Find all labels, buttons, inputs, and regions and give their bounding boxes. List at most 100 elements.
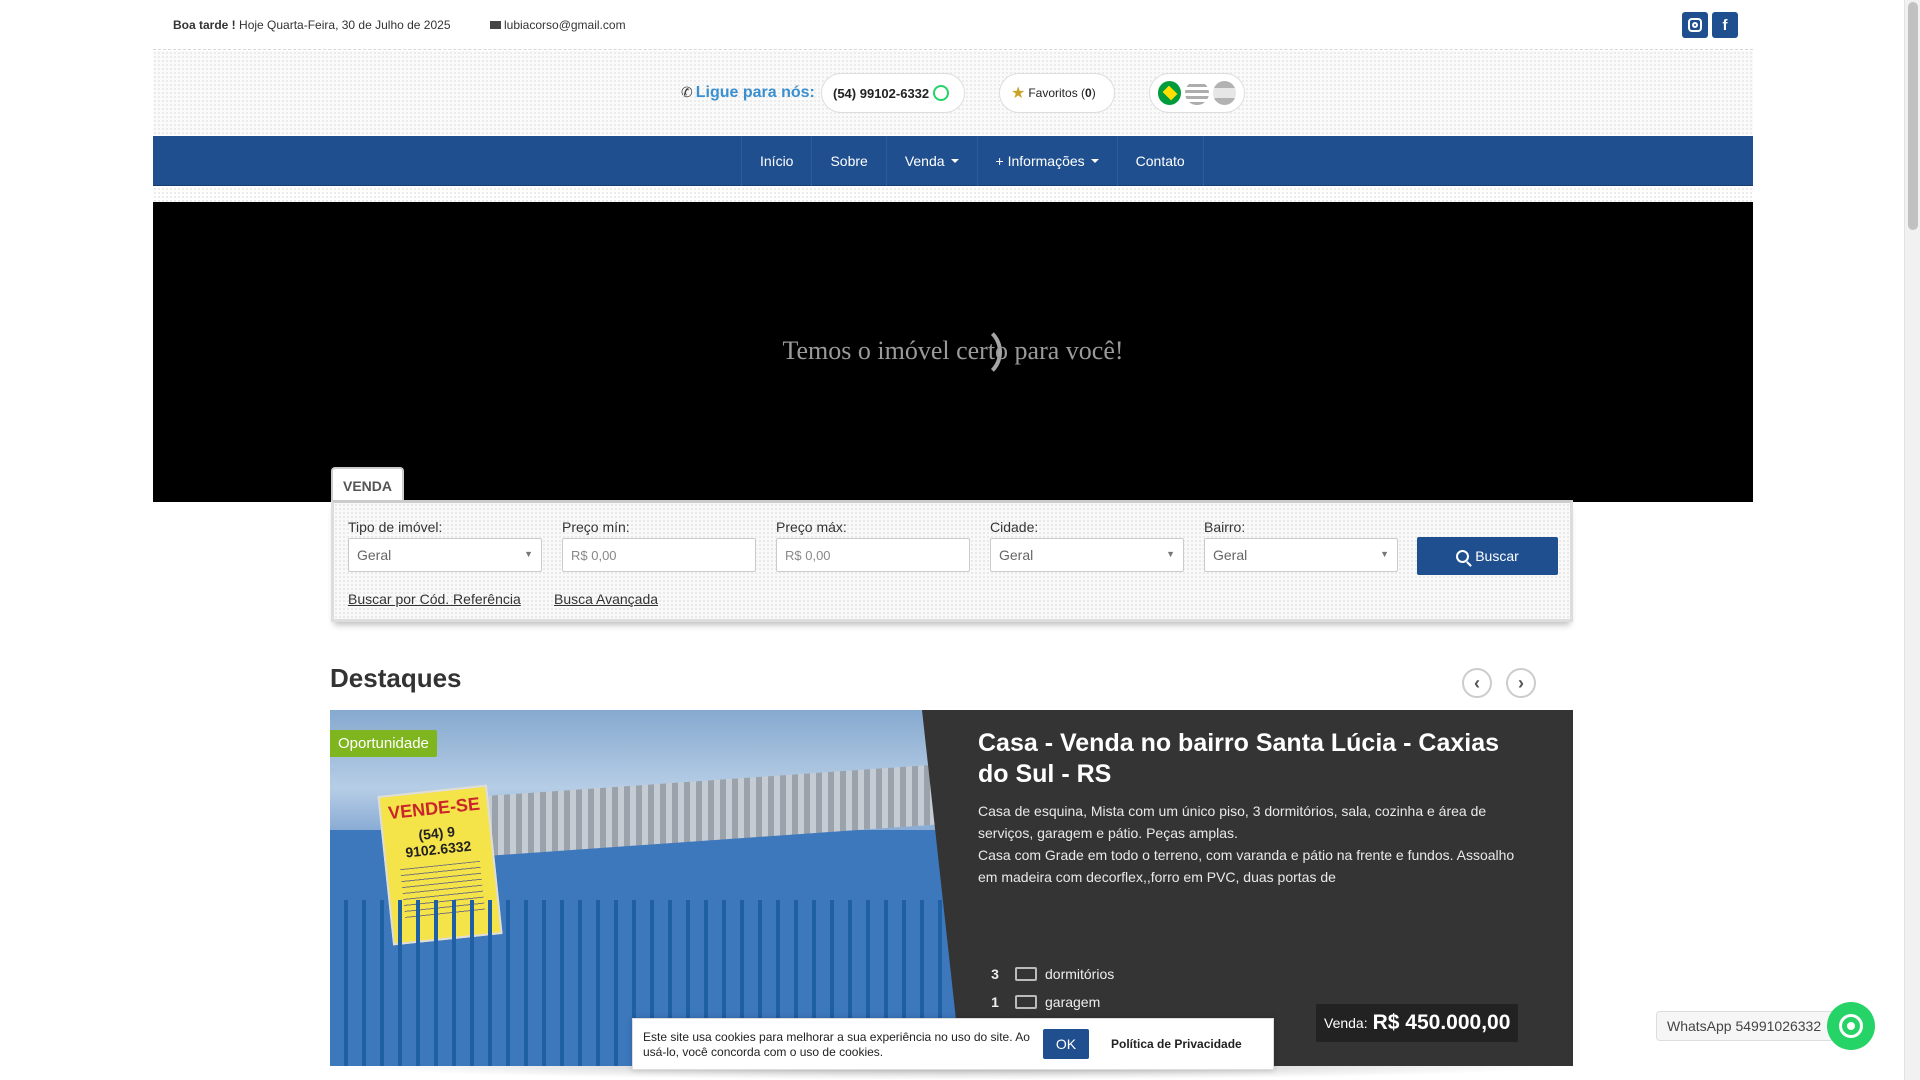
- nav-label: Início: [760, 153, 794, 169]
- feature-count: 1: [991, 994, 999, 1010]
- call-text: Ligue para nós:: [695, 84, 815, 101]
- preco-max-field: Preço máx: R$ 0,00: [776, 519, 970, 572]
- hero-banner: Temos o imóvel certo para você!: [153, 202, 1753, 502]
- favorites-button[interactable]: ★ Favoritos (0): [999, 73, 1115, 113]
- sign-text: VENDE-SE: [387, 793, 481, 824]
- brazil-flag-icon[interactable]: [1158, 81, 1182, 105]
- cookie-text: Este site usa cookies para melhorar a su…: [643, 1030, 1030, 1059]
- feature-label: garagem: [1045, 994, 1101, 1010]
- feature-dormitorios: 3 dormitórios: [985, 966, 1114, 982]
- language-selector: [1149, 73, 1245, 113]
- caret-down-icon: [1090, 159, 1099, 163]
- feature-count: 3: [991, 966, 999, 982]
- facebook-icon: f: [1722, 16, 1728, 34]
- price-box: Venda: R$ 450.000,00: [1316, 1004, 1519, 1042]
- tipo-label: Tipo de imóvel:: [348, 519, 443, 535]
- preco-max-input[interactable]: R$ 0,00: [776, 538, 970, 572]
- cidade-label: Cidade:: [990, 519, 1039, 535]
- property-photo[interactable]: VENDE-SE (54) 9 9102.6332 Oportunidade: [330, 710, 970, 1066]
- cidade-field: Cidade: Geral: [990, 519, 1184, 572]
- instagram-button[interactable]: [1682, 12, 1708, 38]
- star-icon: ★: [1011, 85, 1026, 102]
- email-text: lubiacorso@gmail.com: [504, 18, 626, 32]
- feature-label: dormitórios: [1045, 966, 1115, 982]
- bairro-select[interactable]: Geral: [1204, 538, 1398, 572]
- favorites-close: ): [1091, 86, 1096, 100]
- chevron-left-icon: ‹: [1474, 672, 1480, 693]
- hero-title: Temos o imóvel certo para você!: [782, 336, 1124, 365]
- property-title[interactable]: Casa - Venda no bairro Santa Lúcia - Cax…: [978, 728, 1533, 790]
- scrollbar-thumb[interactable]: [1908, 2, 1918, 230]
- car-icon: [1015, 995, 1037, 1009]
- nav-item-inicio[interactable]: Início: [742, 136, 813, 186]
- tab-venda[interactable]: VENDA: [331, 467, 404, 502]
- phone-icon: ✆: [681, 84, 693, 100]
- property-description: Casa de esquina, Mista com um único piso…: [978, 800, 1533, 888]
- privacy-policy-link[interactable]: Política de Privacidade: [1111, 1037, 1242, 1051]
- feature-garagem: 1 garagem: [985, 994, 1100, 1010]
- top-bar: Boa tarde ! Hoje Quarta-Feira, 30 de Jul…: [153, 0, 1753, 50]
- search-panel: Tipo de imóvel: Geral Preço mín: R$ 0,00…: [331, 500, 1573, 622]
- nav-label: Venda: [904, 153, 945, 169]
- greeting: Boa tarde ! Hoje Quarta-Feira, 30 de Jul…: [173, 18, 451, 32]
- buscar-button[interactable]: Buscar: [1417, 537, 1558, 575]
- favorites-label: Favoritos (: [1028, 86, 1086, 100]
- search-icon: [1456, 549, 1470, 563]
- facebook-button[interactable]: f: [1712, 12, 1738, 38]
- cod-referencia-link[interactable]: Buscar por Cód. Referência: [348, 591, 521, 607]
- cookie-ok-button[interactable]: OK: [1043, 1029, 1089, 1059]
- featured-property-card[interactable]: VENDE-SE (54) 9 9102.6332 Oportunidade C…: [330, 710, 1573, 1066]
- email-link[interactable]: lubiacorso@gmail.com: [490, 18, 626, 32]
- bairro-label: Bairro:: [1204, 519, 1246, 535]
- nav-label: Sobre: [830, 153, 868, 169]
- phone-pill[interactable]: (54) 99102-6332: [821, 73, 965, 113]
- favorites-count: 0: [1085, 86, 1092, 100]
- carousel-next-button[interactable]: ›: [1506, 668, 1536, 698]
- greeting-bold: Boa tarde !: [173, 18, 236, 32]
- greeting-date: Hoje Quarta-Feira, 30 de Julho de 2025: [239, 18, 451, 32]
- phone-number: (54) 99102-6332: [833, 85, 930, 101]
- carousel-prev-button[interactable]: ‹: [1462, 668, 1492, 698]
- uruguay-flag-icon[interactable]: [1185, 81, 1209, 105]
- destaques-title: Destaques: [330, 663, 462, 693]
- preco-min-label: Preço mín:: [562, 519, 630, 535]
- description-line-2: Casa com Grade em todo o terreno, com va…: [978, 847, 1515, 885]
- preco-max-label: Preço máx:: [776, 519, 847, 535]
- nav-label: + Informações: [995, 153, 1085, 169]
- whatsapp-button[interactable]: [1827, 1002, 1875, 1050]
- chevron-right-icon: ›: [1518, 672, 1524, 693]
- tipo-select[interactable]: Geral: [348, 538, 542, 572]
- busca-avancada-link[interactable]: Busca Avançada: [554, 591, 658, 607]
- nav-item-sobre[interactable]: Sobre: [812, 136, 887, 186]
- preco-min-input[interactable]: R$ 0,00: [562, 538, 756, 572]
- whatsapp-label[interactable]: WhatsApp 54991026332: [1656, 1011, 1838, 1041]
- caret-down-icon: [950, 159, 959, 163]
- envelope-icon: [490, 21, 501, 29]
- whatsapp-icon: [1839, 1014, 1863, 1038]
- preco-min-field: Preço mín: R$ 0,00: [562, 519, 756, 572]
- description-line-1: Casa de esquina, Mista com um único piso…: [978, 803, 1487, 841]
- price-value: R$ 450.000,00: [1372, 1011, 1511, 1034]
- sign-phone: (54) 9 9102.6332: [404, 823, 473, 861]
- nav-item-informacoes[interactable]: + Informações: [978, 136, 1118, 186]
- buscar-label: Buscar: [1475, 548, 1519, 564]
- spain-flag-icon[interactable]: [1212, 81, 1236, 105]
- instagram-icon: [1688, 18, 1702, 32]
- bed-icon: [1015, 967, 1037, 981]
- nav-label: Contato: [1135, 153, 1185, 169]
- nav-menu: Início Sobre Venda + Informações Contato: [741, 136, 1204, 186]
- tipo-field: Tipo de imóvel: Geral: [348, 519, 542, 572]
- cidade-select[interactable]: Geral: [990, 538, 1184, 572]
- whatsapp-icon: [933, 85, 950, 101]
- cookie-banner: Este site usa cookies para melhorar a su…: [632, 1018, 1274, 1070]
- main-navbar: Início Sobre Venda + Informações Contato: [153, 136, 1753, 186]
- call-label: ✆ Ligue para nós:: [681, 84, 815, 102]
- bairro-field: Bairro: Geral: [1204, 519, 1398, 572]
- social-links: f: [1682, 12, 1738, 38]
- price-label: Venda:: [1324, 1015, 1368, 1031]
- nav-item-contato[interactable]: Contato: [1118, 136, 1204, 186]
- page-scrollbar[interactable]: [1904, 0, 1920, 1080]
- header: ✆ Ligue para nós: (54) 99102-6332 ★ Favori…: [153, 51, 1753, 135]
- nav-item-venda[interactable]: Venda: [887, 136, 978, 186]
- opportunity-badge: Oportunidade: [330, 730, 437, 757]
